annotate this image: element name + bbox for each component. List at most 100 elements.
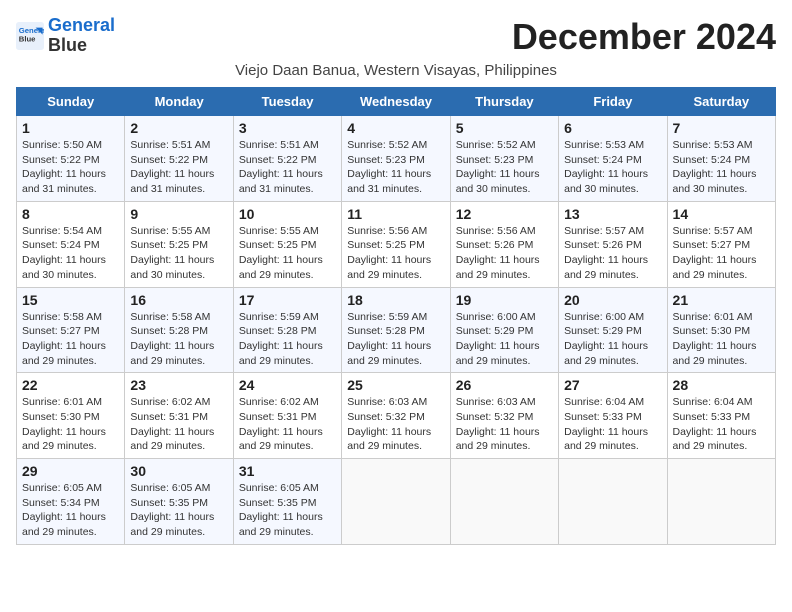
day-number: 2 bbox=[130, 120, 227, 136]
day-number: 4 bbox=[347, 120, 444, 136]
calendar-cell: 12 Sunrise: 5:56 AM Sunset: 5:26 PM Dayli… bbox=[450, 201, 558, 287]
calendar-week-4: 22 Sunrise: 6:01 AM Sunset: 5:30 PM Dayli… bbox=[17, 373, 776, 459]
logo-blue: Blue bbox=[48, 35, 87, 55]
day-detail: Sunrise: 5:55 AM Sunset: 5:25 PM Dayligh… bbox=[239, 224, 336, 283]
day-number: 24 bbox=[239, 377, 336, 393]
day-number: 5 bbox=[456, 120, 553, 136]
day-number: 22 bbox=[22, 377, 119, 393]
day-detail: Sunrise: 6:03 AM Sunset: 5:32 PM Dayligh… bbox=[347, 395, 444, 454]
day-detail: Sunrise: 5:52 AM Sunset: 5:23 PM Dayligh… bbox=[456, 138, 553, 197]
calendar-week-1: 1 Sunrise: 5:50 AM Sunset: 5:22 PM Daylig… bbox=[17, 116, 776, 202]
day-detail: Sunrise: 5:51 AM Sunset: 5:22 PM Dayligh… bbox=[130, 138, 227, 197]
calendar-cell: 25 Sunrise: 6:03 AM Sunset: 5:32 PM Dayli… bbox=[342, 373, 450, 459]
weekday-header-monday: Monday bbox=[125, 88, 233, 116]
day-detail: Sunrise: 6:01 AM Sunset: 5:30 PM Dayligh… bbox=[673, 310, 770, 369]
day-number: 13 bbox=[564, 206, 661, 222]
day-number: 14 bbox=[673, 206, 770, 222]
weekday-header-tuesday: Tuesday bbox=[233, 88, 341, 116]
weekday-header-row: SundayMondayTuesdayWednesdayThursdayFrid… bbox=[17, 88, 776, 116]
calendar-cell: 18 Sunrise: 5:59 AM Sunset: 5:28 PM Dayli… bbox=[342, 287, 450, 373]
calendar-cell: 10 Sunrise: 5:55 AM Sunset: 5:25 PM Dayli… bbox=[233, 201, 341, 287]
day-number: 30 bbox=[130, 463, 227, 479]
day-detail: Sunrise: 5:59 AM Sunset: 5:28 PM Dayligh… bbox=[239, 310, 336, 369]
weekday-header-sunday: Sunday bbox=[17, 88, 125, 116]
day-detail: Sunrise: 6:02 AM Sunset: 5:31 PM Dayligh… bbox=[130, 395, 227, 454]
day-detail: Sunrise: 5:50 AM Sunset: 5:22 PM Dayligh… bbox=[22, 138, 119, 197]
day-detail: Sunrise: 5:58 AM Sunset: 5:27 PM Dayligh… bbox=[22, 310, 119, 369]
day-number: 10 bbox=[239, 206, 336, 222]
calendar-table: SundayMondayTuesdayWednesdayThursdayFrid… bbox=[16, 87, 776, 545]
logo: General Blue General Blue bbox=[16, 16, 115, 56]
calendar-cell: 24Sunrise: 6:02 AM Sunset: 5:31 PM Dayli… bbox=[233, 373, 341, 459]
day-detail: Sunrise: 6:05 AM Sunset: 5:34 PM Dayligh… bbox=[22, 481, 119, 540]
day-detail: Sunrise: 6:05 AM Sunset: 5:35 PM Dayligh… bbox=[130, 481, 227, 540]
calendar-cell: 28 Sunrise: 6:04 AM Sunset: 5:33 PM Dayli… bbox=[667, 373, 775, 459]
calendar-cell: 23 Sunrise: 6:02 AM Sunset: 5:31 PM Dayli… bbox=[125, 373, 233, 459]
day-number: 6 bbox=[564, 120, 661, 136]
day-detail: Sunrise: 6:04 AM Sunset: 5:33 PM Dayligh… bbox=[564, 395, 661, 454]
day-detail: Sunrise: 5:56 AM Sunset: 5:25 PM Dayligh… bbox=[347, 224, 444, 283]
calendar-cell: 19Sunrise: 6:00 AM Sunset: 5:29 PM Dayli… bbox=[450, 287, 558, 373]
day-detail: Sunrise: 6:03 AM Sunset: 5:32 PM Dayligh… bbox=[456, 395, 553, 454]
calendar-week-2: 8Sunrise: 5:54 AM Sunset: 5:24 PM Daylig… bbox=[17, 201, 776, 287]
day-number: 3 bbox=[239, 120, 336, 136]
logo-general: General bbox=[48, 15, 115, 35]
day-detail: Sunrise: 5:57 AM Sunset: 5:27 PM Dayligh… bbox=[673, 224, 770, 283]
calendar-cell: 9Sunrise: 5:55 AM Sunset: 5:25 PM Daylig… bbox=[125, 201, 233, 287]
day-number: 25 bbox=[347, 377, 444, 393]
calendar-cell: 26Sunrise: 6:03 AM Sunset: 5:32 PM Dayli… bbox=[450, 373, 558, 459]
weekday-header-wednesday: Wednesday bbox=[342, 88, 450, 116]
calendar-cell: 27 Sunrise: 6:04 AM Sunset: 5:33 PM Dayli… bbox=[559, 373, 667, 459]
day-detail: Sunrise: 5:57 AM Sunset: 5:26 PM Dayligh… bbox=[564, 224, 661, 283]
day-detail: Sunrise: 6:01 AM Sunset: 5:30 PM Dayligh… bbox=[22, 395, 119, 454]
calendar-cell: 15 Sunrise: 5:58 AM Sunset: 5:27 PM Dayli… bbox=[17, 287, 125, 373]
calendar-cell bbox=[342, 459, 450, 545]
day-detail: Sunrise: 5:56 AM Sunset: 5:26 PM Dayligh… bbox=[456, 224, 553, 283]
page-header: General Blue General Blue December 2024 bbox=[16, 16, 776, 58]
day-number: 1 bbox=[22, 120, 119, 136]
calendar-cell bbox=[559, 459, 667, 545]
weekday-header-thursday: Thursday bbox=[450, 88, 558, 116]
day-number: 12 bbox=[456, 206, 553, 222]
day-number: 17 bbox=[239, 292, 336, 308]
calendar-cell: 16Sunrise: 5:58 AM Sunset: 5:28 PM Dayli… bbox=[125, 287, 233, 373]
logo-text: General Blue bbox=[48, 16, 115, 56]
day-number: 21 bbox=[673, 292, 770, 308]
calendar-cell: 22 Sunrise: 6:01 AM Sunset: 5:30 PM Dayli… bbox=[17, 373, 125, 459]
calendar-cell bbox=[450, 459, 558, 545]
calendar-cell: 13 Sunrise: 5:57 AM Sunset: 5:26 PM Dayli… bbox=[559, 201, 667, 287]
calendar-cell: 3Sunrise: 5:51 AM Sunset: 5:22 PM Daylig… bbox=[233, 116, 341, 202]
day-number: 8 bbox=[22, 206, 119, 222]
calendar-cell: 21 Sunrise: 6:01 AM Sunset: 5:30 PM Dayli… bbox=[667, 287, 775, 373]
svg-text:Blue: Blue bbox=[19, 34, 36, 43]
calendar-cell: 6 Sunrise: 5:53 AM Sunset: 5:24 PM Daylig… bbox=[559, 116, 667, 202]
day-number: 28 bbox=[673, 377, 770, 393]
day-number: 7 bbox=[673, 120, 770, 136]
day-detail: Sunrise: 6:00 AM Sunset: 5:29 PM Dayligh… bbox=[564, 310, 661, 369]
day-number: 31 bbox=[239, 463, 336, 479]
day-detail: Sunrise: 5:52 AM Sunset: 5:23 PM Dayligh… bbox=[347, 138, 444, 197]
day-detail: Sunrise: 5:53 AM Sunset: 5:24 PM Dayligh… bbox=[564, 138, 661, 197]
day-number: 23 bbox=[130, 377, 227, 393]
day-number: 11 bbox=[347, 206, 444, 222]
calendar-cell: 31 Sunrise: 6:05 AM Sunset: 5:35 PM Dayli… bbox=[233, 459, 341, 545]
calendar-cell: 1 Sunrise: 5:50 AM Sunset: 5:22 PM Daylig… bbox=[17, 116, 125, 202]
calendar-cell: 7 Sunrise: 5:53 AM Sunset: 5:24 PM Daylig… bbox=[667, 116, 775, 202]
day-detail: Sunrise: 5:53 AM Sunset: 5:24 PM Dayligh… bbox=[673, 138, 770, 197]
calendar-cell: 2 Sunrise: 5:51 AM Sunset: 5:22 PM Daylig… bbox=[125, 116, 233, 202]
day-number: 15 bbox=[22, 292, 119, 308]
weekday-header-friday: Friday bbox=[559, 88, 667, 116]
day-number: 29 bbox=[22, 463, 119, 479]
weekday-header-saturday: Saturday bbox=[667, 88, 775, 116]
month-title: December 2024 bbox=[512, 16, 776, 58]
calendar-cell: 29 Sunrise: 6:05 AM Sunset: 5:34 PM Dayli… bbox=[17, 459, 125, 545]
calendar-cell: 4 Sunrise: 5:52 AM Sunset: 5:23 PM Daylig… bbox=[342, 116, 450, 202]
calendar-cell: 8Sunrise: 5:54 AM Sunset: 5:24 PM Daylig… bbox=[17, 201, 125, 287]
day-detail: Sunrise: 6:05 AM Sunset: 5:35 PM Dayligh… bbox=[239, 481, 336, 540]
day-detail: Sunrise: 5:59 AM Sunset: 5:28 PM Dayligh… bbox=[347, 310, 444, 369]
day-detail: Sunrise: 6:04 AM Sunset: 5:33 PM Dayligh… bbox=[673, 395, 770, 454]
calendar-cell: 5 Sunrise: 5:52 AM Sunset: 5:23 PM Daylig… bbox=[450, 116, 558, 202]
day-number: 18 bbox=[347, 292, 444, 308]
calendar-cell: 30 Sunrise: 6:05 AM Sunset: 5:35 PM Dayli… bbox=[125, 459, 233, 545]
day-number: 27 bbox=[564, 377, 661, 393]
